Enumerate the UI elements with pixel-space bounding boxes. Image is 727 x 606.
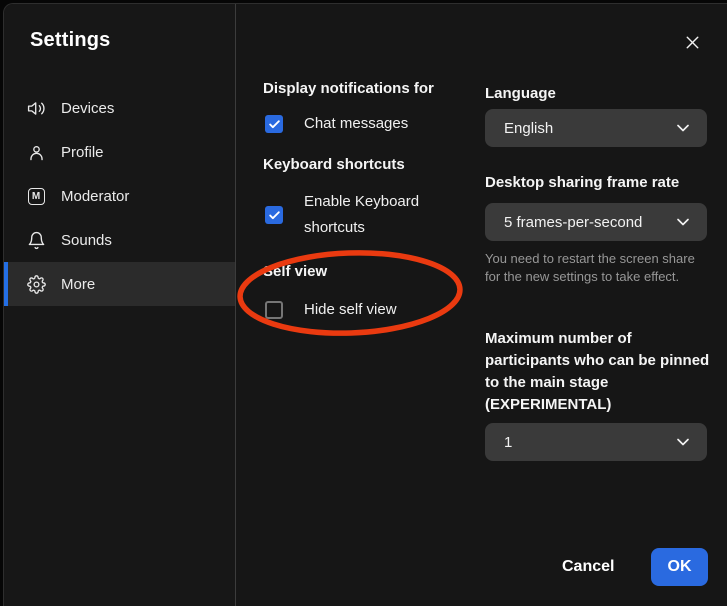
moderator-icon: M	[26, 186, 46, 206]
max-pinned-value: 1	[504, 434, 673, 451]
close-button[interactable]	[676, 26, 708, 58]
enable-shortcuts-label: Enable Keyboard shortcuts	[304, 189, 436, 241]
max-pinned-label: Maximum number of participants who can b…	[485, 328, 711, 416]
chat-messages-checkbox-row[interactable]: Chat messages	[265, 111, 408, 137]
close-icon	[682, 32, 703, 53]
sidebar-item-devices[interactable]: Devices	[4, 86, 235, 130]
dialog-title: Settings	[30, 29, 111, 52]
person-icon	[26, 142, 46, 162]
sidebar-item-more[interactable]: More	[4, 262, 235, 306]
language-label: Language	[485, 83, 556, 105]
frame-rate-select[interactable]: 5 frames-per-second	[485, 203, 707, 241]
language-select[interactable]: English	[485, 109, 707, 147]
sidebar-item-profile[interactable]: Profile	[4, 130, 235, 174]
keyboard-shortcuts-heading: Keyboard shortcuts	[263, 156, 405, 173]
checkmark-icon	[268, 118, 281, 131]
chat-messages-checkbox[interactable]	[265, 115, 283, 133]
sidebar-item-label: Profile	[61, 144, 104, 161]
chevron-down-icon	[673, 212, 693, 232]
frame-rate-value: 5 frames-per-second	[504, 214, 673, 231]
bell-icon	[26, 230, 46, 250]
sidebar-item-label: Moderator	[61, 188, 129, 205]
speaker-icon	[26, 98, 46, 118]
max-pinned-select[interactable]: 1	[485, 423, 707, 461]
checkmark-icon	[268, 209, 281, 222]
enable-shortcuts-checkbox[interactable]	[265, 206, 283, 224]
self-view-heading: Self view	[263, 263, 327, 280]
frame-rate-note: You need to restart the screen share for…	[485, 250, 711, 285]
notifications-heading: Display notifications for	[263, 80, 434, 97]
hide-self-view-checkbox[interactable]	[265, 301, 283, 319]
sidebar-item-label: More	[61, 276, 95, 293]
chevron-down-icon	[673, 432, 693, 452]
settings-sidebar: Settings Devices	[4, 4, 236, 606]
chat-messages-label: Chat messages	[304, 111, 408, 137]
language-value: English	[504, 120, 673, 137]
enable-shortcuts-checkbox-row[interactable]: Enable Keyboard shortcuts	[265, 189, 436, 241]
sidebar-menu: Devices Profile M Moderator	[4, 86, 235, 306]
more-tab-panel: Display notifications for Chat messages …	[237, 4, 727, 606]
chevron-down-icon	[673, 118, 693, 138]
hide-self-view-checkbox-row[interactable]: Hide self view	[265, 297, 397, 323]
gear-icon	[26, 274, 46, 294]
sidebar-item-label: Devices	[61, 100, 114, 117]
sidebar-item-sounds[interactable]: Sounds	[4, 218, 235, 262]
sidebar-item-moderator[interactable]: M Moderator	[4, 174, 235, 218]
ok-button[interactable]: OK	[651, 548, 708, 586]
settings-dialog: Settings Devices	[3, 3, 727, 606]
hide-self-view-label: Hide self view	[304, 297, 397, 323]
frame-rate-label: Desktop sharing frame rate	[485, 172, 679, 194]
sidebar-item-label: Sounds	[61, 232, 112, 249]
cancel-button[interactable]: Cancel	[550, 548, 626, 586]
